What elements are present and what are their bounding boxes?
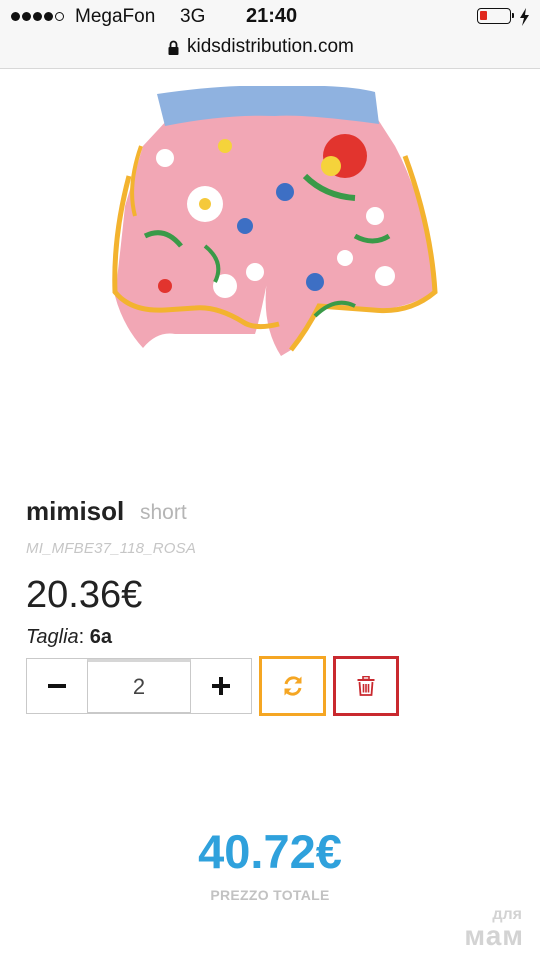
remove-item-button[interactable] [333, 656, 399, 716]
product-price: 20.36€ [26, 574, 143, 616]
network-type: 3G [180, 6, 206, 27]
size-separator: : [78, 626, 85, 648]
size-value: 6a [89, 626, 113, 648]
size-label: Taglia [26, 626, 79, 648]
browser-address-bar[interactable]: kidsdistribution.com [0, 36, 540, 69]
product-size: Taglia: 6a [26, 626, 112, 649]
carrier-name: MegaFon [75, 6, 156, 27]
product-sku: MI_MFBE37_118_ROSA [26, 540, 197, 557]
battery-icon [477, 8, 514, 24]
quantity-stepper [26, 658, 252, 714]
lock-icon [168, 40, 179, 55]
total-price: 40.72€ [198, 825, 342, 878]
update-cart-button[interactable] [259, 656, 326, 716]
watermark-logo: для мам [452, 906, 530, 954]
increase-quantity-button[interactable] [191, 659, 251, 713]
signal-strength-icon [11, 12, 64, 21]
total-price-label: PREZZO TOTALE [210, 887, 330, 903]
charging-icon [520, 8, 529, 26]
status-bar: MegaFon 3G 21:40 [0, 0, 540, 36]
watermark-line2: мам [464, 920, 524, 951]
status-time: 21:40 [246, 5, 298, 27]
shorts-product-photo [112, 86, 438, 357]
trash-icon [357, 676, 375, 696]
quantity-input[interactable] [87, 659, 191, 713]
refresh-icon [284, 676, 301, 696]
url-text[interactable]: kidsdistribution.com [187, 36, 354, 58]
minus-icon [48, 684, 66, 688]
product-category: short [140, 501, 187, 524]
decrease-quantity-button[interactable] [27, 659, 87, 713]
product-brand: mimisol [26, 496, 125, 526]
